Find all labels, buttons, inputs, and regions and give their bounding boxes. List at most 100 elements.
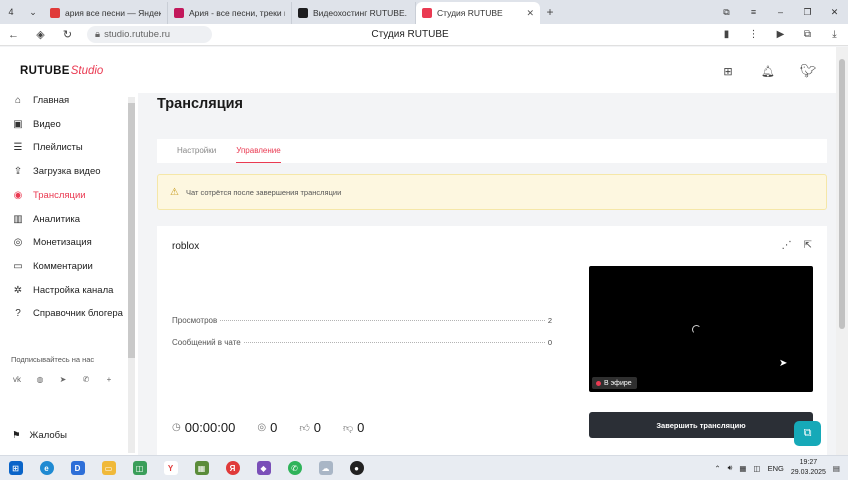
- sidebar-item-comments[interactable]: ▭ Комментарии: [12, 259, 93, 273]
- close-window-icon[interactable]: ✕: [821, 7, 848, 18]
- cloud-app-icon[interactable]: ☁: [310, 456, 341, 480]
- ok-icon[interactable]: ◍: [35, 375, 45, 385]
- sidebar-item-video[interactable]: ▣ Видео: [12, 117, 61, 131]
- rutube-studio-favicon-icon: [422, 8, 432, 18]
- file-explorer-icon[interactable]: ▭: [93, 456, 124, 480]
- obs-studio-icon[interactable]: ●: [341, 456, 372, 480]
- download-icon[interactable]: ⤓: [821, 29, 848, 40]
- tab-settings[interactable]: Настройки: [177, 139, 216, 163]
- stat-row-chat-messages: Сообщений в чате 0: [172, 338, 552, 347]
- edge-icon[interactable]: e: [31, 456, 62, 480]
- browser-tab-2[interactable]: Ария - все песни, треки и: [168, 2, 292, 24]
- back-icon[interactable]: ←: [0, 29, 27, 41]
- sidebar-item-upload[interactable]: ⇪ Загрузка видео: [12, 164, 101, 178]
- sidebar-scrollbar[interactable]: [128, 97, 135, 453]
- viewers-counter: ◎ 0: [257, 420, 278, 435]
- close-tab-icon[interactable]: ✕: [526, 8, 534, 19]
- whatsapp-icon[interactable]: ✆: [279, 456, 310, 480]
- address-bar: ← ◈ ↻ 🔒︎ studio.rutube.ru Студия RUTUBE …: [0, 24, 848, 46]
- browser-tab-active[interactable]: Студия RUTUBE ✕: [416, 2, 540, 24]
- duration-counter: ◷ 00:00:00: [172, 420, 236, 435]
- stream-name: roblox: [172, 241, 200, 252]
- dislikes-counter: 👎︎ 0: [343, 420, 365, 435]
- sidebar-item-broadcasts[interactable]: ◉ Трансляции: [12, 188, 86, 202]
- chat-warning-banner: ⚠ Чат сотрётся после завершения трансляц…: [157, 174, 827, 210]
- sidebar-scroll-thumb[interactable]: [128, 103, 135, 358]
- windows-taskbar: ⊞ e D ▭ ◫ Y ▦ Я ◆ ✆ ☁ ● ⌃ 🔊︎ ▦ ◫ ENG 19:…: [0, 455, 848, 480]
- live-badge: В эфире: [592, 377, 637, 389]
- url-field[interactable]: 🔒︎ studio.rutube.ru: [87, 26, 212, 43]
- open-external-icon[interactable]: ⇱: [804, 240, 812, 251]
- video-mode-icon[interactable]: ▶: [767, 29, 794, 40]
- sidebar-item-home[interactable]: ⌂ Главная: [12, 93, 69, 107]
- support-chat-icon[interactable]: ⧉: [794, 421, 821, 446]
- tab-management[interactable]: Управление: [236, 139, 282, 163]
- minimize-icon[interactable]: –: [767, 7, 794, 18]
- add-content-icon[interactable]: ⊞: [718, 61, 738, 81]
- maximize-icon[interactable]: ❐: [794, 7, 821, 18]
- vk-icon[interactable]: vk: [12, 375, 22, 385]
- sidebar-item-playlists[interactable]: ☰ Плейлисты: [12, 140, 83, 154]
- yandex-browser-icon[interactable]: Y: [155, 456, 186, 480]
- page-scroll-thumb[interactable]: [839, 59, 845, 329]
- yandex-icon[interactable]: Я: [217, 456, 248, 480]
- stream-preview-player[interactable]: В эфире ➤: [589, 266, 813, 392]
- telegram-icon[interactable]: ➤: [58, 375, 68, 385]
- social-links: vk ◍ ➤ ✆ +: [12, 375, 114, 385]
- shield-icon[interactable]: ◈: [27, 28, 54, 41]
- language-indicator[interactable]: ENG: [768, 464, 784, 473]
- thumbs-up-icon: 👍︎: [299, 422, 310, 434]
- sidebar-item-blogger-guide[interactable]: ? Справочник блогера: [12, 306, 123, 320]
- home-icon: ⌂: [14, 94, 22, 106]
- browser-tab-3[interactable]: Видеохостинг RUTUBE. С: [292, 2, 416, 24]
- more-socials-icon[interactable]: +: [104, 375, 114, 385]
- share-icon[interactable]: ⋰: [782, 240, 792, 251]
- tray-expand-icon[interactable]: ⌃: [714, 464, 720, 473]
- windows-start-icon[interactable]: ⊞: [0, 456, 31, 480]
- thumbs-down-icon: 👎︎: [343, 422, 354, 434]
- page-scrollbar[interactable]: [836, 47, 848, 455]
- browser-tab-strip: 4 ⌄ ария все песни — Яндекс Ария - все п…: [0, 0, 848, 24]
- sidebar-item-monetization[interactable]: ◎ Монетизация: [12, 235, 92, 249]
- bookmark-icon[interactable]: ▮: [713, 29, 740, 40]
- tray-app-icon[interactable]: ◫: [754, 464, 761, 473]
- stat-row-views: Просмотров 2: [172, 316, 552, 325]
- stream-card: roblox ⋰ ⇱ Просмотров 2 Сообщений в чате…: [157, 226, 827, 458]
- minecraft-icon[interactable]: ▦: [186, 456, 217, 480]
- clock[interactable]: 19:27 29.03.2025: [791, 458, 826, 478]
- viber-icon[interactable]: ✆: [81, 375, 91, 385]
- app-blue-icon[interactable]: D: [62, 456, 93, 480]
- notifications-icon[interactable]: ▤: [833, 464, 840, 473]
- monetization-icon: ◎: [13, 236, 23, 248]
- extensions-icon[interactable]: ⧉: [794, 29, 821, 40]
- new-tab-icon[interactable]: +: [540, 2, 560, 22]
- flag-icon: ⚑: [12, 430, 21, 441]
- browser-tab-1[interactable]: ария все песни — Яндекс: [44, 2, 168, 24]
- main-content: Трансляция Настройки Управление ⚠ Чат со…: [138, 93, 836, 458]
- reload-icon[interactable]: ↻: [54, 28, 81, 41]
- menu-icon[interactable]: ≡: [740, 7, 767, 18]
- lock-icon: 🔒︎: [95, 29, 101, 40]
- playlist-icon: ☰: [13, 141, 23, 153]
- clock-icon: ◷: [172, 422, 181, 433]
- studio-header: RUTUBEStudio ⊞ 🔔︎ 🐦︎: [0, 47, 836, 93]
- notifications-bell-icon[interactable]: 🔔︎: [758, 61, 778, 81]
- end-broadcast-button[interactable]: Завершить трансляцию: [589, 412, 813, 438]
- sidebar-item-complaints[interactable]: ⚑ Жалобы: [12, 430, 67, 441]
- bookmarks-icon[interactable]: ⧉: [713, 7, 740, 18]
- sidebar: ⌂ Главная ▣ Видео ☰ Плейлисты ⇪ Загрузка…: [0, 93, 138, 455]
- sidebar-item-channel-settings[interactable]: ✲ Настройка канала: [12, 283, 114, 297]
- more-icon[interactable]: ⋮: [740, 29, 767, 40]
- comments-icon: ▭: [13, 260, 23, 272]
- network-icon[interactable]: ▦: [739, 464, 746, 473]
- avatar[interactable]: 🐦︎: [798, 61, 818, 81]
- tab-list-chevron-icon[interactable]: ⌄: [22, 0, 44, 24]
- sidebar-item-analytics[interactable]: ▥ Аналитика: [12, 212, 80, 226]
- rutube-studio-logo[interactable]: RUTUBEStudio: [20, 65, 103, 77]
- game-app-icon[interactable]: ◆: [248, 456, 279, 480]
- leader-dots: [220, 320, 545, 321]
- stream-counters: ◷ 00:00:00 ◎ 0 👍︎ 0 👎︎ 0: [172, 420, 386, 435]
- volume-icon[interactable]: 🔊︎: [728, 463, 733, 473]
- tab-counter[interactable]: 4: [0, 0, 22, 24]
- map-app-icon[interactable]: ◫: [124, 456, 155, 480]
